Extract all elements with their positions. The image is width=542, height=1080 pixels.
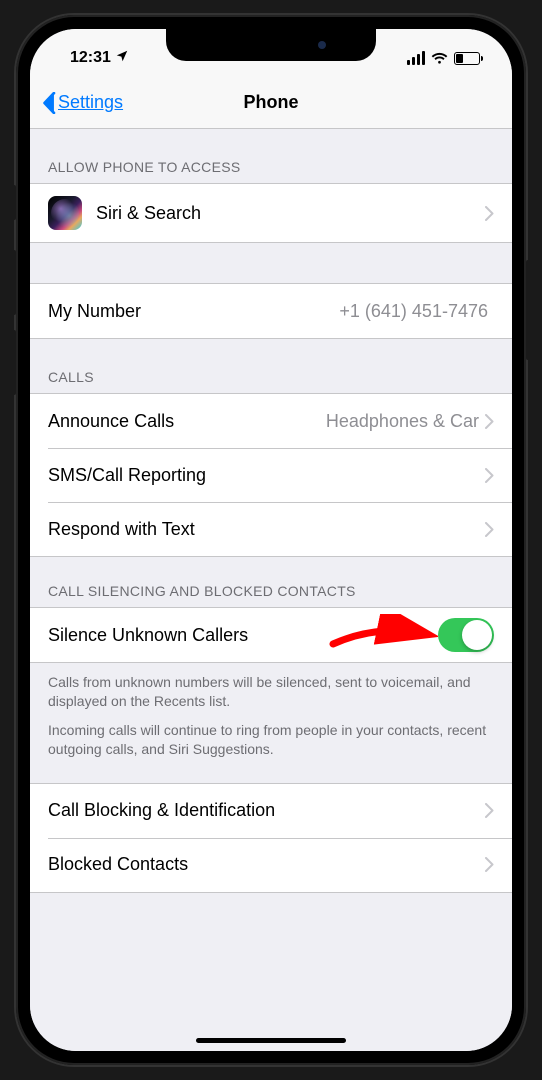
chevron-right-icon (485, 414, 494, 429)
screen: 12:31 Settings (30, 29, 512, 1051)
row-call-blocking-identification[interactable]: Call Blocking & Identification (30, 784, 512, 838)
row-respond-with-text[interactable]: Respond with Text (30, 502, 512, 556)
row-label: Call Blocking & Identification (48, 800, 485, 821)
page-title: Phone (243, 92, 298, 113)
battery-icon (454, 52, 480, 65)
navigation-bar: Settings Phone (30, 77, 512, 129)
footer-text-1: Calls from unknown numbers will be silen… (30, 663, 512, 717)
chevron-left-icon (42, 92, 56, 114)
front-camera (318, 41, 326, 49)
row-my-number[interactable]: My Number +1 (641) 451-7476 (30, 284, 512, 338)
chevron-right-icon (485, 857, 494, 872)
chevron-right-icon (485, 206, 494, 221)
row-value: +1 (641) 451-7476 (339, 301, 488, 322)
power-button (526, 260, 530, 360)
row-sms-call-reporting[interactable]: SMS/Call Reporting (30, 448, 512, 502)
home-indicator[interactable] (196, 1038, 346, 1043)
status-time: 12:31 (70, 49, 111, 67)
toggle-knob (462, 620, 492, 650)
wifi-icon (431, 52, 448, 65)
volume-up-button (12, 250, 16, 315)
row-silence-unknown-callers[interactable]: Silence Unknown Callers (30, 608, 512, 662)
row-label: Siri & Search (96, 203, 485, 224)
row-label: SMS/Call Reporting (48, 465, 485, 486)
row-label: Blocked Contacts (48, 854, 485, 875)
settings-content[interactable]: ALLOW PHONE TO ACCESS Siri & Search My N… (30, 129, 512, 1051)
back-button[interactable]: Settings (42, 92, 123, 114)
notch (166, 29, 376, 61)
row-announce-calls[interactable]: Announce Calls Headphones & Car (30, 394, 512, 448)
row-blocked-contacts[interactable]: Blocked Contacts (30, 838, 512, 892)
chevron-right-icon (485, 522, 494, 537)
row-label: Silence Unknown Callers (48, 625, 438, 646)
row-siri-search[interactable]: Siri & Search (30, 184, 512, 242)
chevron-right-icon (485, 803, 494, 818)
phone-device-frame: 12:31 Settings (16, 15, 526, 1065)
cellular-signal-icon (407, 51, 425, 65)
volume-down-button (12, 330, 16, 395)
row-label: Announce Calls (48, 411, 326, 432)
footer-text-2: Incoming calls will continue to ring fro… (30, 717, 512, 783)
section-header-access: ALLOW PHONE TO ACCESS (30, 129, 512, 183)
section-header-silencing: CALL SILENCING AND BLOCKED CONTACTS (30, 557, 512, 607)
mute-switch (12, 185, 16, 220)
chevron-right-icon (485, 468, 494, 483)
siri-icon (48, 196, 82, 230)
row-value: Headphones & Car (326, 411, 479, 432)
section-header-calls: CALLS (30, 339, 512, 393)
location-icon (115, 49, 129, 68)
back-label: Settings (58, 92, 123, 113)
row-label: My Number (48, 301, 339, 322)
silence-unknown-toggle[interactable] (438, 618, 494, 652)
row-label: Respond with Text (48, 519, 485, 540)
